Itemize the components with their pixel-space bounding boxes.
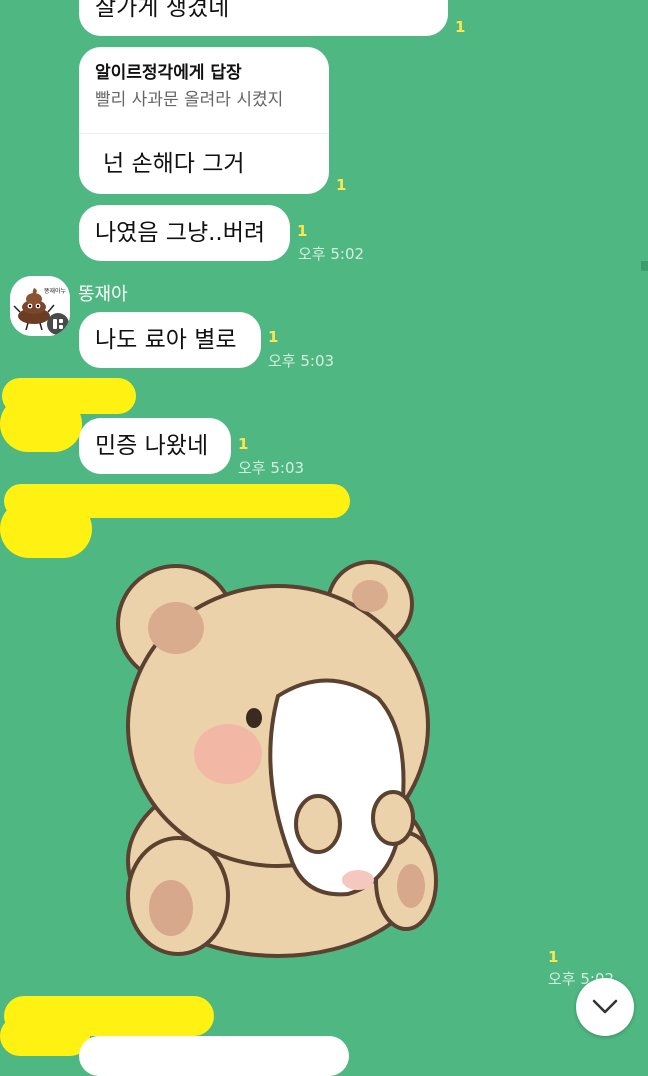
message-bubble[interactable]: 나였음 그냥..버려: [79, 205, 290, 261]
sender-name: 똥재아: [78, 284, 128, 305]
poop-avatar-icon: [10, 276, 70, 336]
redaction-scribble: [0, 396, 82, 452]
message-bubble[interactable]: 잘가게 생겼네: [79, 0, 448, 36]
reply-message-bubble[interactable]: 알이르정각에게 답장 빨리 사과문 올려라 시켰지 넌 손해다 그거: [79, 47, 329, 194]
message-text: 나였음 그냥..버려: [95, 219, 266, 246]
avatar-label: 똥재아누: [44, 288, 67, 295]
unread-count: 1: [238, 435, 249, 453]
message-time: 오후 5:03: [238, 459, 305, 477]
reply-divider: [79, 133, 329, 134]
message-bubble[interactable]: 나도 료아 별로: [79, 312, 261, 368]
message-bubble[interactable]: [79, 1036, 349, 1076]
chevron-down-icon: [592, 999, 618, 1014]
redaction-scribble: [0, 1016, 90, 1056]
avatar[interactable]: 똥재아누: [10, 276, 70, 336]
unread-count: 1: [268, 328, 279, 346]
redaction-scribble: [0, 500, 92, 558]
message-bubble[interactable]: 민증 나왔네: [79, 418, 231, 474]
unread-count: 1: [297, 222, 308, 240]
message-text: 민증 나왔네: [95, 432, 209, 459]
unread-count: 1: [336, 176, 347, 194]
reply-target-label: 알이르정각에게 답장: [95, 63, 242, 83]
message-text: 잘가게 생겼네: [95, 0, 230, 21]
scroll-to-bottom-button[interactable]: [576, 978, 634, 1036]
message-time: 오후 5:03: [268, 352, 335, 370]
quoted-message: 빨리 사과문 올려라 시켰지: [95, 90, 284, 110]
message-text: 넌 손해다 그거: [103, 151, 245, 177]
bear-sticker[interactable]: [108, 556, 448, 968]
scroll-indicator: [641, 261, 648, 271]
unread-count: 1: [548, 948, 559, 966]
message-time: 오후 5:02: [298, 245, 365, 263]
unread-count: 1: [455, 18, 466, 36]
message-text: 나도 료아 별로: [95, 326, 237, 353]
